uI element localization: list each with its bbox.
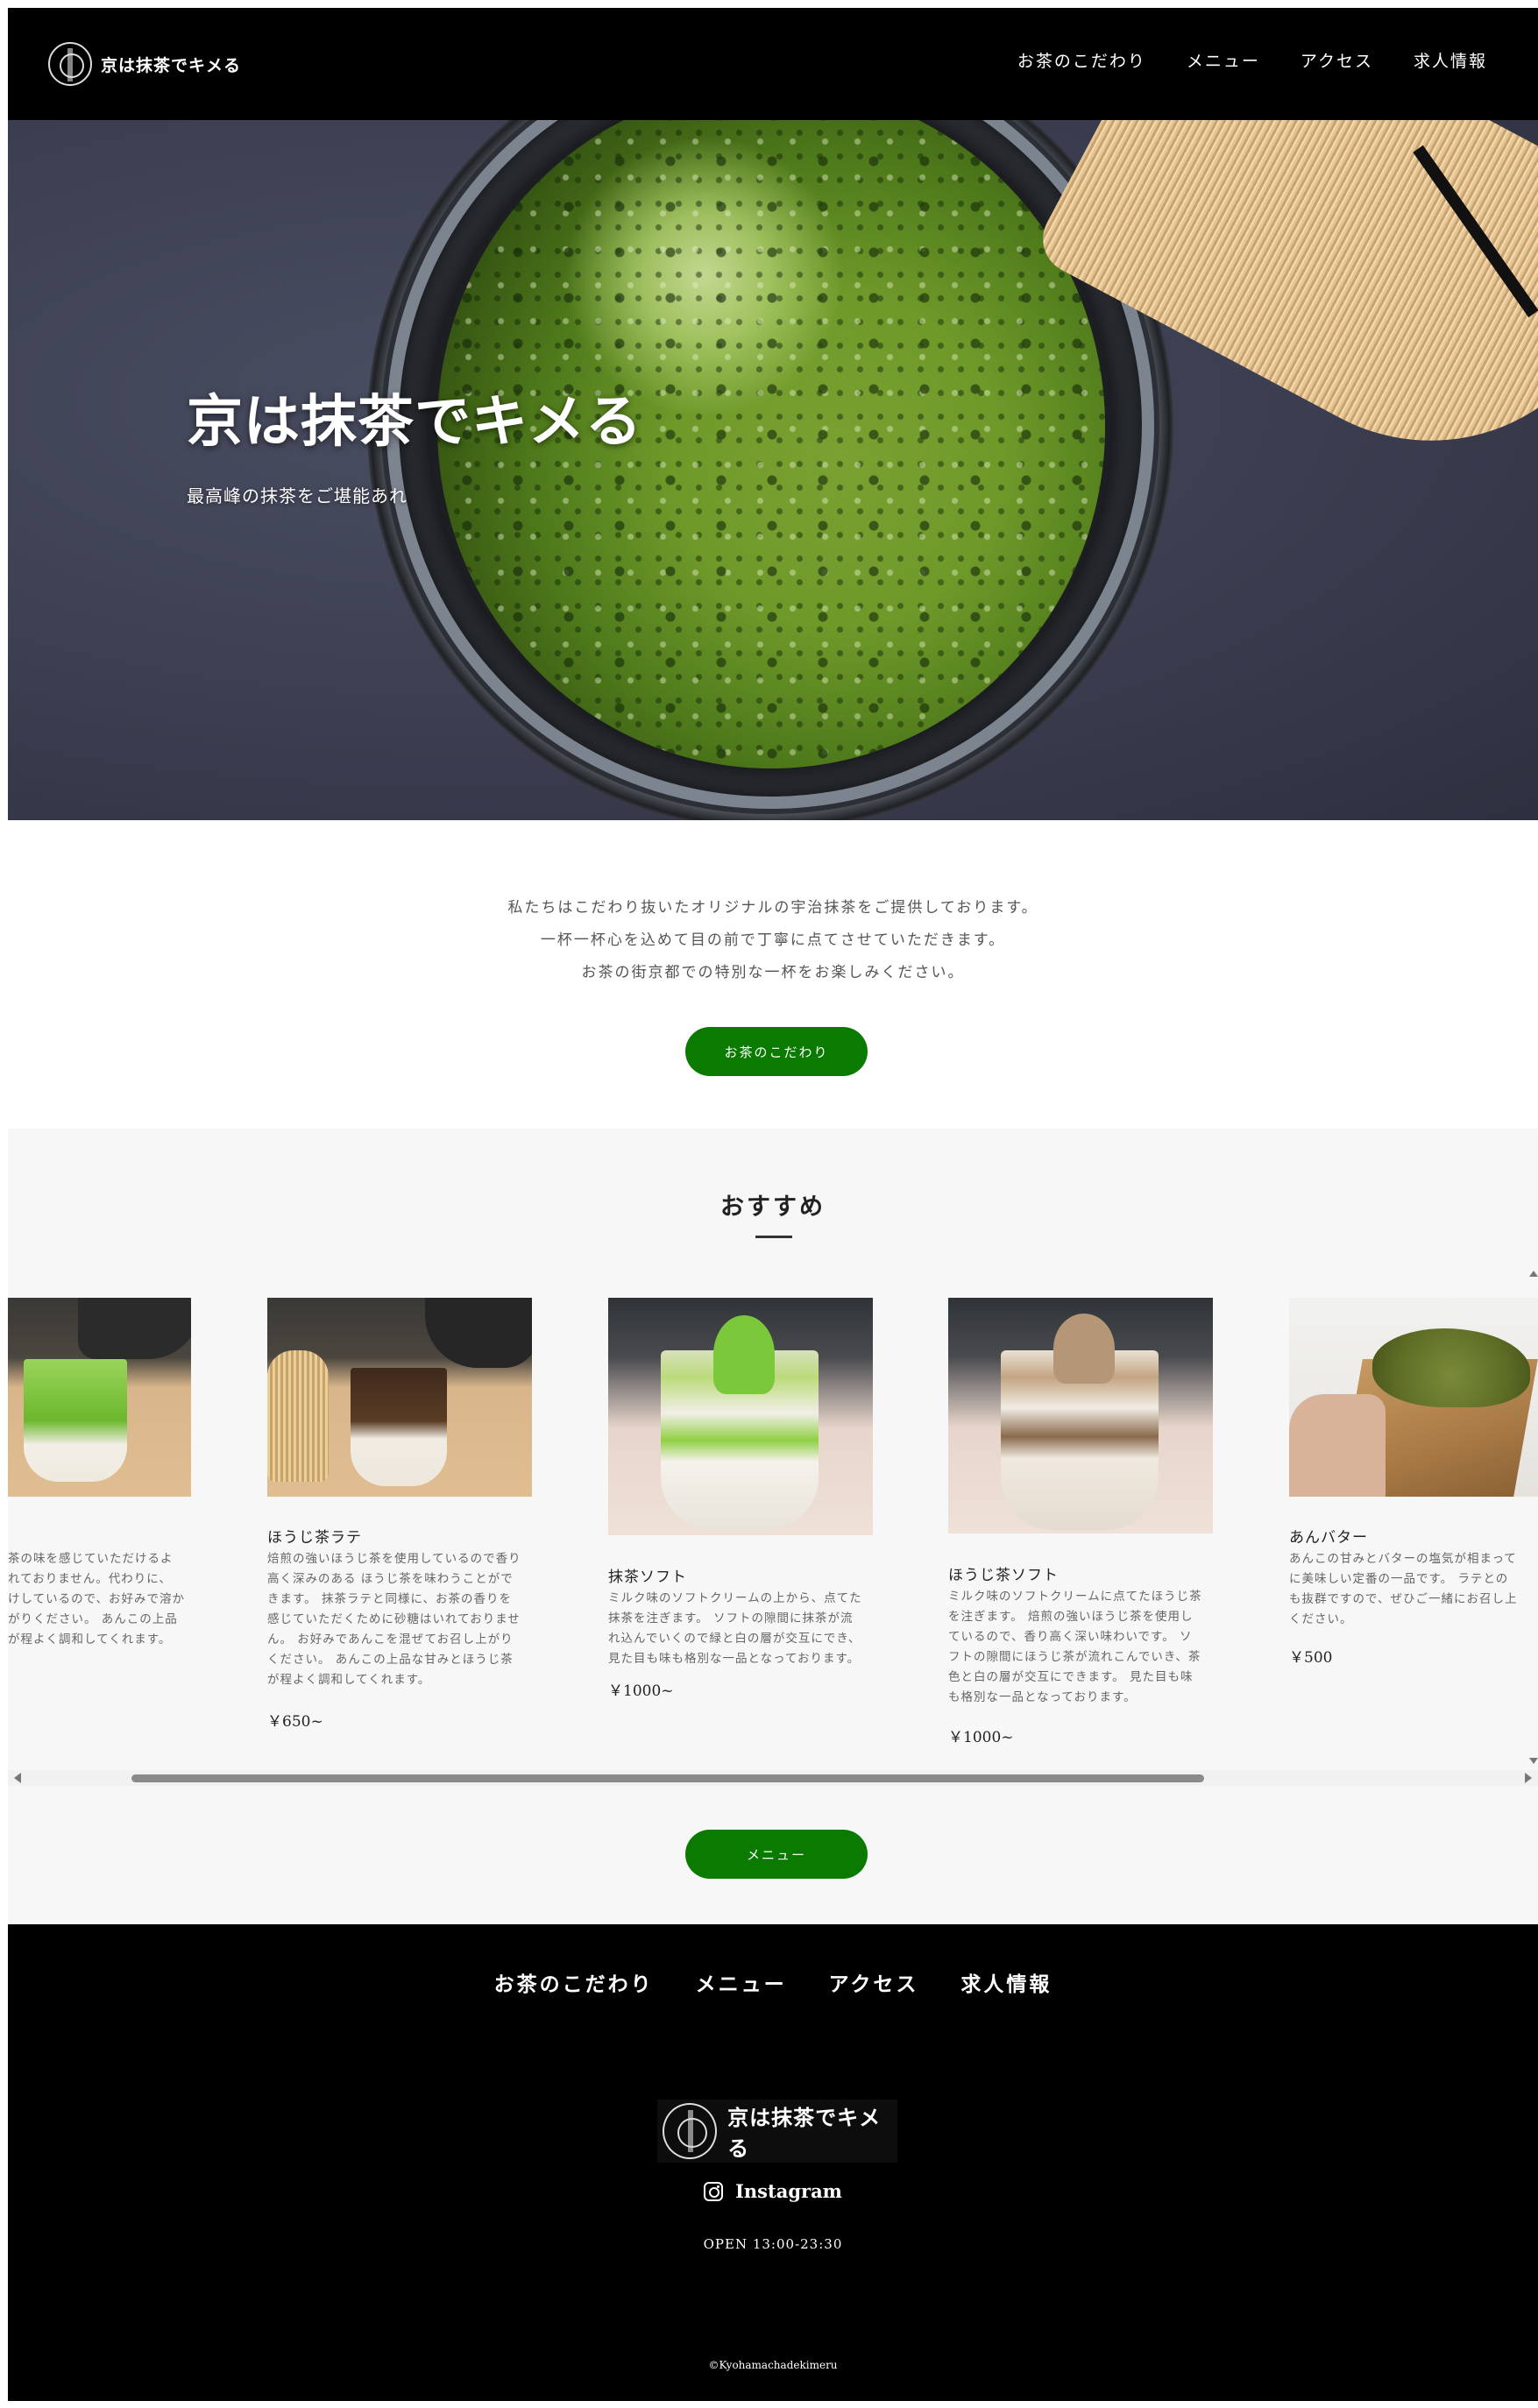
product-desc: あんこの甘みとバターの塩気が相まって に美味しい定番の一品です。 ラテとの も抜… — [1289, 1552, 1518, 1626]
copyright: ©Kyohamachadekimeru — [708, 2359, 838, 2371]
opening-hours: OPEN 13:00-23:30 — [703, 2236, 843, 2252]
intro-line-1: 私たちはこだわり抜いたオリジナルの宇治抹茶をご提供しております。 — [507, 899, 1038, 917]
product-price: ￥500 — [1289, 1649, 1333, 1667]
scroll-up-icon[interactable] — [1529, 1271, 1538, 1277]
product-image — [8, 1298, 191, 1497]
menu-button[interactable]: メニュー — [685, 1830, 868, 1879]
logo-emblem-icon — [48, 42, 92, 86]
nav-item-kodawari[interactable]: お茶のこだわり — [1017, 48, 1146, 72]
instagram-link[interactable]: Instagram — [8, 2180, 1538, 2202]
page: 京は抹茶でキメる お茶のこだわり メニュー アクセス 求人情報 京は抹茶でキメる… — [8, 8, 1538, 2401]
main-nav: お茶のこだわり メニュー アクセス 求人情報 — [1017, 48, 1487, 72]
site-logo[interactable]: 京は抹茶でキメる — [48, 39, 241, 89]
recommend-section: おすすめ 茶の味を感じていただけるよ れておりません。代わりに、 けしているので… — [8, 1129, 1538, 1924]
footer-nav-menu[interactable]: メニュー — [696, 1967, 787, 1997]
intro-line-2: 一杯一杯心を込めて目の前で丁寧に点てさせていただきます。 — [540, 931, 1006, 949]
logo-text: 京は抹茶でキメる — [101, 55, 242, 75]
recommend-title: おすすめ — [720, 1193, 826, 1221]
nav-item-access[interactable]: アクセス — [1301, 48, 1373, 72]
scroll-down-icon[interactable] — [1529, 1758, 1538, 1764]
hero-section: 京は抹茶でキメる 最高峰の抹茶をご堪能あれ — [8, 120, 1538, 820]
product-image — [948, 1298, 1213, 1533]
site-header: 京は抹茶でキメる お茶のこだわり メニュー アクセス 求人情報 — [8, 8, 1538, 120]
footer-nav-access[interactable]: アクセス — [829, 1967, 919, 1997]
nav-item-recruit[interactable]: 求人情報 — [1414, 48, 1487, 72]
footer-logo-text: 京は抹茶でキメる — [727, 2105, 882, 2161]
intro-section: 私たちはこだわり抜いたオリジナルの宇治抹茶をご提供しております。 一杯一杯心を込… — [8, 820, 1538, 1139]
scroll-left-icon[interactable] — [14, 1773, 21, 1783]
product-name: ほうじ茶ラテ — [267, 1529, 362, 1547]
product-desc: 焙煎の強いほうじ茶を使用しているので香り 高く深みのある ほうじ茶を味わうことが… — [267, 1552, 521, 1687]
product-image — [1289, 1298, 1538, 1497]
carousel-scrollbar[interactable] — [8, 1770, 1538, 1786]
footer-logo[interactable]: 京は抹茶でキメる — [657, 2100, 897, 2163]
hero-title: 京は抹茶でキメる — [187, 390, 642, 455]
product-name: あんバター — [1289, 1529, 1368, 1547]
kodawari-button[interactable]: お茶のこだわり — [685, 1027, 868, 1076]
product-desc: ミルク味のソフトクリームの上から、点てた 抹茶を注ぎます。 ソフトの隙間に抹茶が… — [608, 1591, 862, 1666]
hero-subtitle: 最高峰の抹茶をご堪能あれ — [187, 485, 408, 506]
product-price: ￥650~ — [267, 1713, 323, 1731]
product-image — [267, 1298, 532, 1497]
instagram-label: Instagram — [735, 2180, 842, 2202]
scroll-thumb[interactable] — [131, 1774, 1204, 1782]
footer-nav-recruit[interactable]: 求人情報 — [960, 1967, 1052, 1997]
recommend-title-underline — [755, 1236, 792, 1238]
product-desc: ミルク味のソフトクリームに点てたほうじ茶 を注ぎます。 焙煎の強いほうじ茶を使用… — [948, 1590, 1202, 1704]
footer-nav: お茶のこだわり メニュー アクセス 求人情報 — [8, 1967, 1538, 1997]
product-name: 抹茶ソフト — [608, 1569, 687, 1586]
instagram-icon — [704, 2181, 724, 2201]
footer-nav-kodawari[interactable]: お茶のこだわり — [494, 1967, 654, 1997]
logo-emblem-icon — [663, 2103, 718, 2159]
nav-item-menu[interactable]: メニュー — [1187, 48, 1260, 72]
intro-line-3: お茶の街京都での特別な一杯をお楽しみください。 — [581, 964, 965, 981]
product-price: ￥1000~ — [608, 1682, 674, 1700]
site-footer: お茶のこだわり メニュー アクセス 求人情報 京は抹茶でキメる Instagra… — [8, 1924, 1538, 2401]
product-image — [608, 1298, 873, 1535]
scroll-right-icon[interactable] — [1525, 1773, 1532, 1783]
product-desc: 茶の味を感じていただけるよ れておりません。代わりに、 けしているので、お好みで… — [8, 1552, 186, 1647]
product-name: ほうじ茶ソフト — [948, 1567, 1059, 1584]
product-price: ￥1000~ — [948, 1729, 1014, 1746]
